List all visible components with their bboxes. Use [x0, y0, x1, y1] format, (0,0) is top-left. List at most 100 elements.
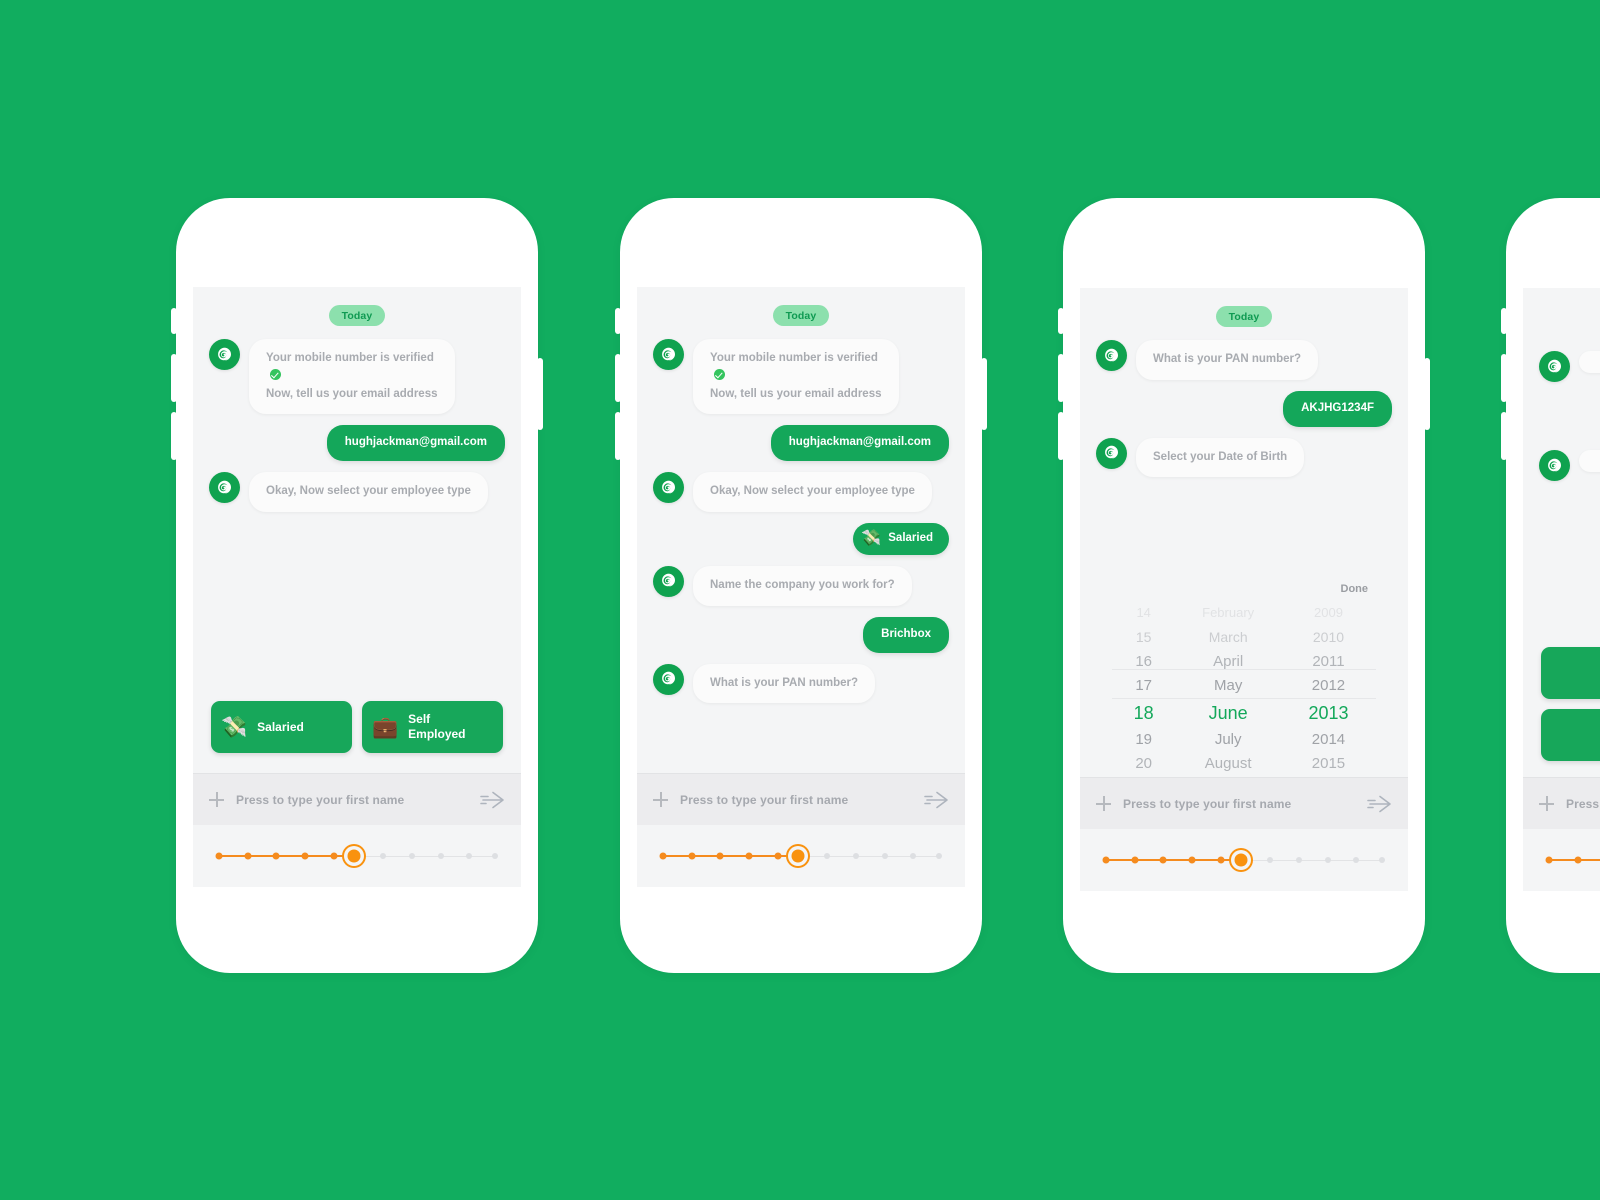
- message-composer[interactable]: Press to type your first name: [637, 773, 965, 825]
- progress-dot[interactable]: [745, 852, 753, 860]
- progress-track[interactable]: [213, 845, 501, 867]
- progress-dot[interactable]: [688, 852, 696, 860]
- progress-dot[interactable]: [823, 853, 830, 859]
- picker-item[interactable]: August: [1175, 752, 1281, 771]
- volume-down-button[interactable]: [1058, 412, 1064, 460]
- progress-dot-active[interactable]: [1234, 853, 1248, 867]
- salaried-button[interactable]: 💸 Salaried: [211, 701, 352, 753]
- progress-dot[interactable]: [437, 853, 444, 859]
- progress-dot[interactable]: [1545, 856, 1553, 864]
- mute-switch[interactable]: [1058, 308, 1064, 334]
- picker-item[interactable]: 15: [1112, 625, 1175, 649]
- picker-item[interactable]: 19: [1112, 728, 1175, 752]
- progress-track[interactable]: [1543, 849, 1600, 871]
- picker-item[interactable]: April: [1175, 650, 1281, 674]
- progress-track[interactable]: [1100, 849, 1388, 871]
- progress-dot[interactable]: [1159, 856, 1167, 864]
- option-tile[interactable]: [1541, 647, 1600, 699]
- volume-down-button[interactable]: [171, 412, 177, 460]
- progress-dot[interactable]: [716, 852, 724, 860]
- picker-item-selected-month[interactable]: June: [1175, 698, 1281, 728]
- picker-item[interactable]: 16: [1112, 650, 1175, 674]
- picker-item-selected-day[interactable]: 18: [1112, 698, 1175, 728]
- progress-dot[interactable]: [301, 852, 309, 860]
- picker-item[interactable]: 14: [1112, 601, 1175, 625]
- picker-item-selected-year[interactable]: 2013: [1281, 698, 1376, 728]
- send-icon[interactable]: [1366, 793, 1392, 815]
- progress-dot[interactable]: [330, 852, 338, 860]
- message-composer[interactable]: Press to type your first name: [193, 773, 521, 825]
- send-icon[interactable]: [923, 789, 949, 811]
- progress-dot[interactable]: [492, 853, 499, 859]
- picker-item[interactable]: 2010: [1281, 625, 1376, 649]
- picker-item[interactable]: 2009: [1281, 601, 1376, 625]
- progress-dot[interactable]: [215, 852, 223, 860]
- mute-switch[interactable]: [171, 308, 177, 334]
- message-input-placeholder[interactable]: Press to type your first name: [236, 793, 467, 807]
- bubble-line: Your mobile number is verified: [266, 352, 434, 364]
- progress-dot[interactable]: [1353, 857, 1360, 863]
- progress-dot[interactable]: [1131, 856, 1139, 864]
- message-input-placeholder[interactable]: Press to type your first name: [1123, 797, 1354, 811]
- progress-dot[interactable]: [1574, 856, 1582, 864]
- power-button[interactable]: [981, 358, 987, 430]
- progress-dot-active[interactable]: [791, 849, 805, 863]
- progress-dot[interactable]: [1379, 857, 1386, 863]
- attachment-plus-icon[interactable]: [1096, 796, 1111, 811]
- message-composer[interactable]: Press to type your first name: [1523, 777, 1600, 829]
- picker-item[interactable]: July: [1175, 728, 1281, 752]
- progress-track[interactable]: [657, 845, 945, 867]
- picker-done-button[interactable]: Done: [1341, 583, 1369, 595]
- picker-item[interactable]: 2015: [1281, 752, 1376, 771]
- progress-dot[interactable]: [774, 852, 782, 860]
- progress-dot[interactable]: [272, 852, 280, 860]
- progress-dot[interactable]: [408, 853, 415, 859]
- picker-item[interactable]: 2014: [1281, 728, 1376, 752]
- volume-up-button[interactable]: [1058, 354, 1064, 402]
- progress-dot[interactable]: [1324, 857, 1331, 863]
- progress-dot[interactable]: [659, 852, 667, 860]
- mute-switch[interactable]: [1501, 308, 1507, 334]
- progress-dot[interactable]: [1266, 857, 1273, 863]
- send-icon[interactable]: [479, 789, 505, 811]
- power-button[interactable]: [1424, 358, 1430, 430]
- progress-dot[interactable]: [244, 852, 252, 860]
- bot-message-row: Select your Date of Birth: [1096, 437, 1392, 478]
- volume-up-button[interactable]: [171, 354, 177, 402]
- progress-dot[interactable]: [910, 853, 917, 859]
- power-button[interactable]: [537, 358, 543, 430]
- progress-dot[interactable]: [936, 853, 943, 859]
- volume-down-button[interactable]: [615, 412, 621, 460]
- progress-dot[interactable]: [379, 853, 386, 859]
- bot-avatar-spiral-icon: [209, 472, 240, 504]
- onboarding-progress: [1523, 829, 1600, 891]
- picker-wheels[interactable]: 14 15 16 17 18 19 20 21 February March: [1112, 601, 1376, 771]
- picker-item[interactable]: 20: [1112, 752, 1175, 771]
- option-tile[interactable]: [1541, 709, 1600, 761]
- attachment-plus-icon[interactable]: [209, 792, 224, 807]
- attachment-plus-icon[interactable]: [1539, 796, 1554, 811]
- progress-dot[interactable]: [1102, 856, 1110, 864]
- volume-up-button[interactable]: [615, 354, 621, 402]
- volume-up-button[interactable]: [1501, 354, 1507, 402]
- picker-item[interactable]: 2011: [1281, 650, 1376, 674]
- progress-dot-active[interactable]: [347, 849, 361, 863]
- message-composer[interactable]: Press to type your first name: [1080, 777, 1408, 829]
- progress-dot[interactable]: [466, 853, 473, 859]
- bot-bubble: Your mobile number is verified Now, tell…: [693, 339, 899, 415]
- message-input-placeholder[interactable]: Press to type your first name: [1566, 797, 1600, 811]
- attachment-plus-icon[interactable]: [653, 792, 668, 807]
- picker-item[interactable]: March: [1175, 625, 1281, 649]
- message-input-placeholder[interactable]: Press to type your first name: [680, 793, 911, 807]
- self-employed-button[interactable]: 💼 Self Employed: [362, 701, 503, 753]
- progress-dot[interactable]: [881, 853, 888, 859]
- mute-switch[interactable]: [615, 308, 621, 334]
- progress-dot[interactable]: [1188, 856, 1196, 864]
- progress-dot[interactable]: [1295, 857, 1302, 863]
- progress-dot[interactable]: [1217, 856, 1225, 864]
- picker-item[interactable]: February: [1175, 601, 1281, 625]
- volume-down-button[interactable]: [1501, 412, 1507, 460]
- bubble-line: What is your PAN number?: [1153, 353, 1302, 365]
- bot-avatar-spiral-icon: [209, 339, 240, 370]
- progress-dot[interactable]: [852, 853, 859, 859]
